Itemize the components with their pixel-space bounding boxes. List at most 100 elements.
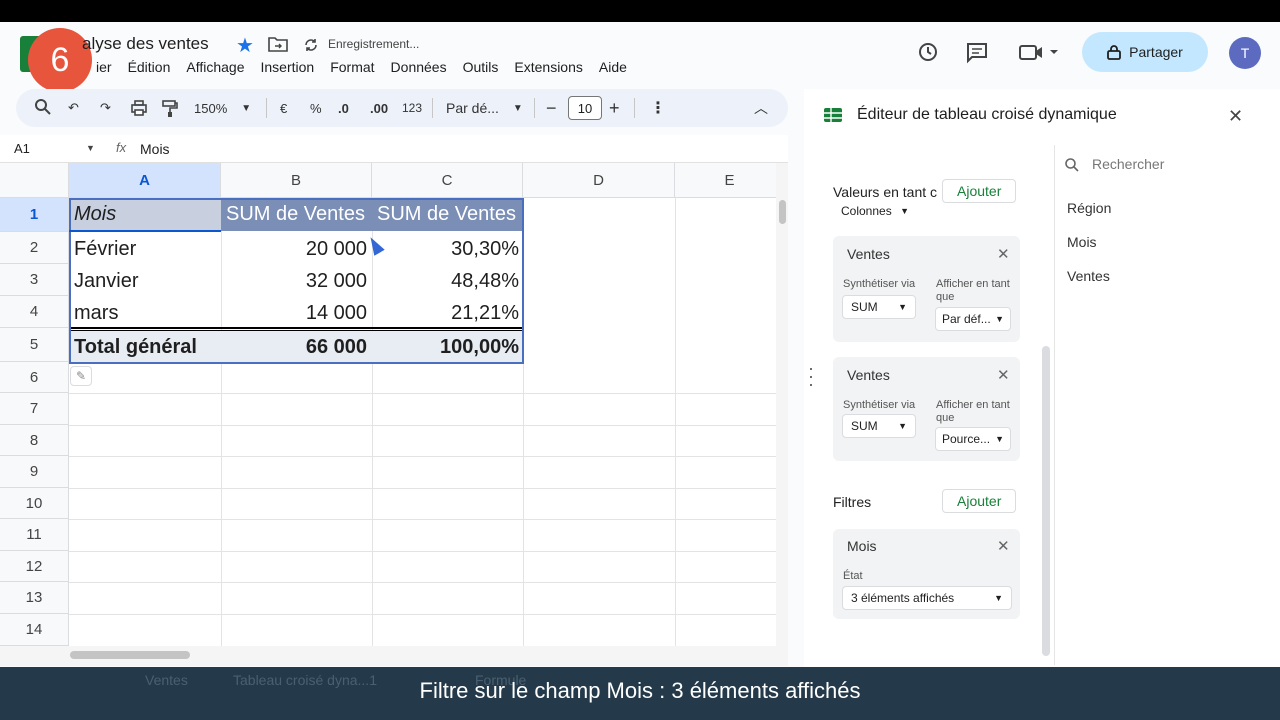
close-icon[interactable]: ✕ xyxy=(997,366,1010,384)
caption-text: Filtre sur le champ Mois : 3 éléments af… xyxy=(419,678,861,703)
menu-format[interactable]: Format xyxy=(322,59,382,75)
pencil-edit-icon[interactable]: ✎ xyxy=(70,366,92,386)
document-title[interactable]: alyse des ventes xyxy=(82,34,209,54)
share-button[interactable]: Partager xyxy=(1082,32,1208,72)
vertical-scroll-thumb[interactable] xyxy=(779,200,786,224)
redo-icon[interactable]: ↷ xyxy=(100,89,111,127)
decrease-font-size-button[interactable]: − xyxy=(546,89,557,127)
increase-font-size-button[interactable]: + xyxy=(609,89,620,127)
chevron-down-icon: ▼ xyxy=(900,206,909,216)
formula-input[interactable]: Mois xyxy=(140,141,170,157)
table-header-cell[interactable]: SUM de Ventes xyxy=(372,198,524,231)
comments-icon[interactable] xyxy=(965,40,989,64)
row-header[interactable]: 10 xyxy=(0,488,69,519)
search-icon[interactable] xyxy=(34,98,52,116)
menu-insert[interactable]: Insertion xyxy=(253,59,323,75)
zoom-value: 150% xyxy=(194,100,228,116)
column-header[interactable]: C xyxy=(372,163,523,198)
drag-handle-icon[interactable]: · · · xyxy=(808,359,814,393)
row-header[interactable]: 8 xyxy=(0,425,69,456)
row-header[interactable]: 6 xyxy=(0,362,69,393)
increase-decimals-button[interactable]: .00 xyxy=(370,89,388,127)
collapse-toolbar-icon[interactable]: ︿ xyxy=(754,89,768,127)
row-header[interactable]: 9 xyxy=(0,456,69,488)
avatar[interactable]: T xyxy=(1229,37,1261,69)
column-header[interactable]: E xyxy=(675,163,776,198)
panel-scrollbar[interactable] xyxy=(1042,346,1050,656)
filter-status-select[interactable]: 3 éléments affichés ▼ xyxy=(842,586,1012,610)
sync-status-icon xyxy=(305,39,317,51)
row-header[interactable]: 7 xyxy=(0,393,69,425)
undo-icon[interactable]: ↶ xyxy=(68,89,79,127)
font-select[interactable]: Par dé... ▼ xyxy=(446,89,523,127)
field-item-ventes[interactable]: Ventes xyxy=(1067,268,1110,284)
more-options-icon[interactable]: ⋮ xyxy=(650,89,666,127)
table-cell[interactable]: 32 000 xyxy=(221,265,372,297)
show-as-value: Pource... xyxy=(942,432,991,446)
total-cell[interactable]: Total général xyxy=(69,331,221,364)
font-size-input[interactable]: 10 xyxy=(568,96,602,120)
total-cell[interactable]: 100,00% xyxy=(372,331,524,364)
add-filter-button[interactable]: Ajouter xyxy=(942,489,1017,513)
row-header[interactable]: 5 xyxy=(0,328,69,362)
menu-edit[interactable]: Édition xyxy=(120,59,179,75)
show-as-select[interactable]: Pource... ▼ xyxy=(935,427,1011,451)
table-cell[interactable]: 14 000 xyxy=(221,297,372,329)
table-header-cell[interactable]: Mois xyxy=(69,198,221,231)
number-format-button[interactable]: 123 xyxy=(402,89,422,127)
field-item-region[interactable]: Région xyxy=(1067,200,1111,216)
decrease-decimals-button[interactable]: .0 xyxy=(338,89,349,127)
row-header[interactable]: 1 xyxy=(0,198,69,232)
paint-format-icon[interactable] xyxy=(162,99,178,117)
table-cell[interactable]: 30,30% xyxy=(372,233,524,265)
name-box[interactable]: A1 xyxy=(14,141,30,156)
menu-file[interactable]: ier xyxy=(88,59,120,75)
values-position-select[interactable]: Colonnes ▼ xyxy=(833,199,917,223)
table-cell[interactable]: Janvier xyxy=(69,265,221,297)
close-icon[interactable]: ✕ xyxy=(1228,106,1243,127)
field-item-mois[interactable]: Mois xyxy=(1067,234,1097,250)
currency-button[interactable]: € xyxy=(280,89,287,127)
row-header[interactable]: 12 xyxy=(0,551,69,582)
row-header[interactable]: 13 xyxy=(0,582,69,614)
table-cell[interactable]: Février xyxy=(69,233,221,265)
table-cell[interactable]: mars xyxy=(69,297,221,329)
total-cell[interactable]: 66 000 xyxy=(221,331,372,364)
add-value-button[interactable]: Ajouter xyxy=(942,179,1017,203)
history-icon[interactable] xyxy=(916,40,940,64)
star-icon[interactable]: ★ xyxy=(236,33,254,58)
column-header[interactable]: A xyxy=(69,163,221,198)
value-card: Ventes ✕ Synthétiser via Afficher en tan… xyxy=(833,357,1020,461)
menu-view[interactable]: Affichage xyxy=(178,59,252,75)
row-header[interactable]: 2 xyxy=(0,232,69,264)
chevron-down-icon[interactable]: ▼ xyxy=(86,143,95,153)
horizontal-scroll-thumb[interactable] xyxy=(70,651,190,659)
table-header-cell[interactable]: SUM de Ventes xyxy=(221,198,372,231)
show-as-select[interactable]: Par déf... ▼ xyxy=(935,307,1011,331)
percent-button[interactable]: % xyxy=(310,89,322,127)
move-folder-icon[interactable] xyxy=(268,36,288,52)
table-cell[interactable]: 48,48% xyxy=(372,265,524,297)
menu-data[interactable]: Données xyxy=(383,59,455,75)
zoom-select[interactable]: 150% ▼ xyxy=(194,89,251,127)
close-icon[interactable]: ✕ xyxy=(997,245,1010,263)
summarize-select[interactable]: SUM ▼ xyxy=(842,414,916,438)
table-cell[interactable]: 21,21% xyxy=(372,297,524,329)
column-header[interactable]: B xyxy=(221,163,372,198)
select-all-corner[interactable] xyxy=(0,163,69,198)
menu-extensions[interactable]: Extensions xyxy=(506,59,590,75)
print-icon[interactable] xyxy=(130,99,148,117)
field-search-input[interactable]: Rechercher xyxy=(1092,156,1164,172)
meet-icon[interactable] xyxy=(1018,40,1062,64)
row-header[interactable]: 3 xyxy=(0,264,69,296)
row-header[interactable]: 14 xyxy=(0,614,69,646)
close-icon[interactable]: ✕ xyxy=(997,537,1010,555)
row-header[interactable]: 11 xyxy=(0,519,69,551)
column-header[interactable]: D xyxy=(523,163,675,198)
table-cell[interactable]: 20 000 xyxy=(221,233,372,265)
menu-tools[interactable]: Outils xyxy=(455,59,507,75)
menu-help[interactable]: Aide xyxy=(591,59,635,75)
vertical-scrollbar[interactable] xyxy=(776,163,788,646)
summarize-select[interactable]: SUM ▼ xyxy=(842,295,916,319)
row-header[interactable]: 4 xyxy=(0,296,69,328)
